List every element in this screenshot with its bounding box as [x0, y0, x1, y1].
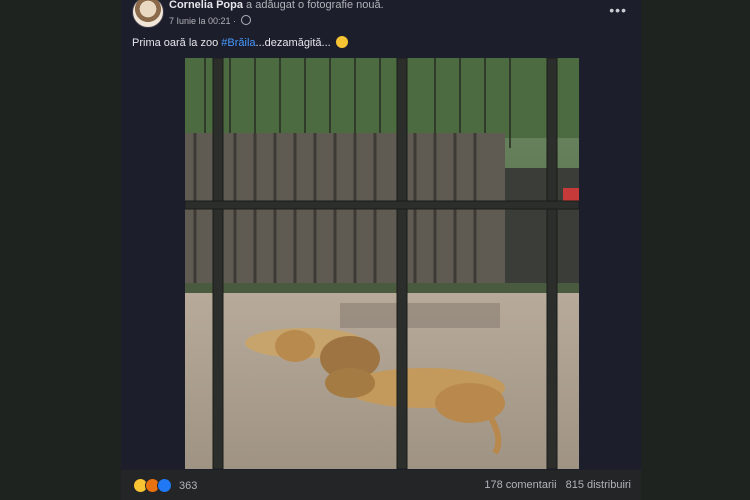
post-stats: 178 comentarii 815 distribuiri: [478, 479, 631, 491]
lion-enclosure-photo: [185, 58, 579, 469]
avatar[interactable]: [132, 0, 164, 28]
caption-prefix: Prima oară la zoo: [132, 37, 222, 49]
hashtag-link[interactable]: #Brăila: [221, 37, 255, 49]
like-reaction-icon: [157, 478, 172, 493]
post-photo[interactable]: [185, 58, 579, 469]
author-line: Cornelia Popa a adăugat o fotografie nou…: [169, 0, 384, 11]
comments-link[interactable]: 178 comentarii: [484, 479, 556, 491]
post-action: a adăugat o fotografie nouă.: [246, 0, 384, 11]
caption-suffix: ...dezamăgită...: [255, 37, 331, 49]
post-caption: Prima oară la zoo #Brăila...dezamăgită..…: [132, 36, 348, 49]
post-meta: 7 Iunie la 00:21 ·: [169, 15, 251, 26]
reaction-count: 363: [179, 479, 198, 492]
post-footer: 363 178 comentarii 815 distribuiri: [121, 470, 641, 500]
author-name[interactable]: Cornelia Popa: [169, 0, 243, 11]
post-header: Cornelia Popa a adăugat o fotografie nou…: [121, 0, 641, 32]
reactions-summary[interactable]: 363: [133, 478, 197, 493]
shares-link[interactable]: 815 distribuiri: [566, 479, 631, 491]
timestamp[interactable]: 7 Iunie la 00:21: [169, 16, 231, 26]
globe-icon: [240, 15, 251, 25]
sad-face-icon: [335, 36, 348, 48]
more-options-button[interactable]: •••: [609, 2, 627, 18]
